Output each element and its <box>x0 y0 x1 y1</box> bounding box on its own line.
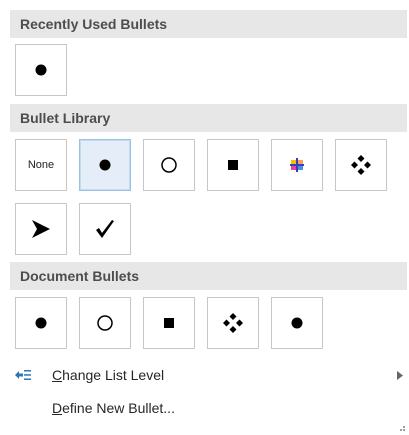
change-list-level-menu-item[interactable]: Change List Level <box>0 361 409 389</box>
recent-bullets-header: Recently Used Bullets <box>10 10 407 38</box>
hollow-circle-bullet-icon <box>97 315 113 331</box>
library-bullet-hollow-circle[interactable] <box>143 139 195 191</box>
document-bullet-filled-circle-1[interactable] <box>15 297 67 349</box>
arrowhead-bullet-icon <box>32 220 50 238</box>
library-bullet-colored-cross[interactable] <box>271 139 323 191</box>
checkmark-bullet-icon <box>96 220 114 238</box>
colored-cross-bullet-icon <box>290 158 304 172</box>
define-new-bullet-label: Define New Bullet... <box>52 400 175 416</box>
document-bullet-diamond-cluster[interactable] <box>207 297 259 349</box>
filled-circle-bullet-icon <box>35 317 47 329</box>
change-list-level-label: Change List Level <box>52 367 165 383</box>
filled-circle-bullet-icon <box>291 317 303 329</box>
filled-circle-bullet-icon <box>99 159 111 171</box>
bullet-library-header: Bullet Library <box>10 104 407 132</box>
hollow-circle-bullet-icon <box>161 157 177 173</box>
filled-square-bullet-icon <box>164 318 174 328</box>
recent-bullet-filled-circle[interactable] <box>15 44 67 96</box>
library-bullet-filled-square[interactable] <box>207 139 259 191</box>
submenu-arrow-icon <box>397 371 403 380</box>
change-level-icon <box>15 370 31 380</box>
define-new-bullet-menu-item[interactable]: Define New Bullet... <box>0 394 409 422</box>
none-label: None <box>27 159 55 171</box>
document-bullets-header: Document Bullets <box>10 262 407 290</box>
document-bullet-filled-circle-2[interactable] <box>271 297 323 349</box>
filled-circle-bullet-icon <box>35 64 47 76</box>
library-bullet-arrowhead[interactable] <box>15 203 67 255</box>
library-bullet-diamond-cluster[interactable] <box>335 139 387 191</box>
library-bullet-checkmark[interactable] <box>79 203 131 255</box>
diamond-cluster-bullet-icon <box>223 313 243 333</box>
library-bullet-none[interactable]: None <box>15 139 67 191</box>
resize-grip-icon[interactable] <box>398 425 406 433</box>
diamond-cluster-bullet-icon <box>351 155 371 175</box>
document-bullet-hollow-circle[interactable] <box>79 297 131 349</box>
library-bullet-filled-circle[interactable] <box>79 139 131 191</box>
filled-square-bullet-icon <box>228 160 238 170</box>
document-bullet-filled-square[interactable] <box>143 297 195 349</box>
